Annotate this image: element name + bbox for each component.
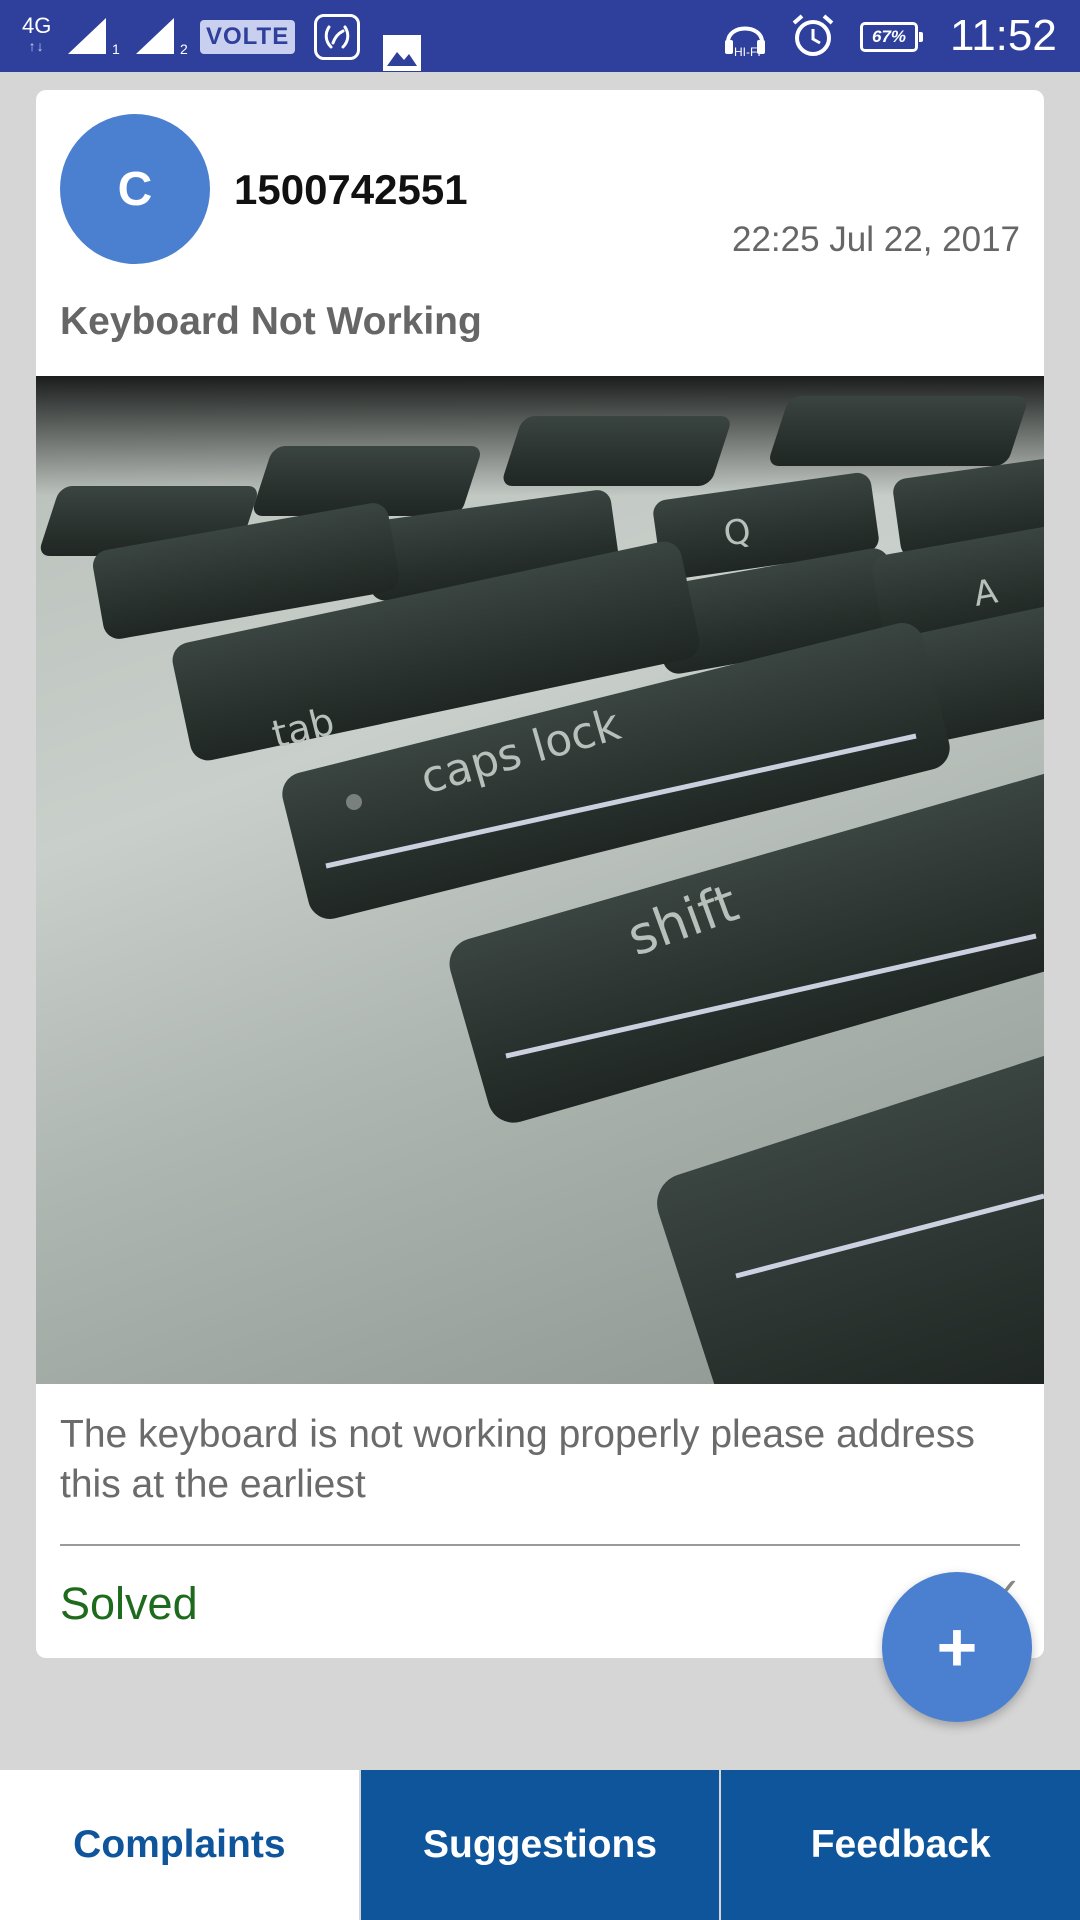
bottom-tab-bar: Complaints Suggestions Feedback (0, 1770, 1080, 1920)
complaint-photo[interactable]: tab caps lock shift Q A (36, 376, 1044, 1384)
network-type-label: 4G (22, 13, 52, 38)
data-activity-icon: ↑↓ (28, 38, 45, 54)
sim2-label: 2 (180, 41, 188, 56)
tab-complaints[interactable]: Complaints (0, 1770, 359, 1920)
signal-icon-sim1: 1 (66, 0, 126, 72)
tab-suggestions[interactable]: Suggestions (358, 1770, 720, 1920)
battery-level: 67% (871, 27, 907, 46)
alarm-icon (790, 0, 836, 72)
battery-icon: 67% (860, 22, 923, 52)
volte-badge: VOLTE (200, 20, 296, 54)
caps-lock-indicator (346, 794, 362, 810)
clock: 11:52 (950, 11, 1057, 60)
add-complaint-button[interactable]: + (882, 1572, 1032, 1722)
complaint-status: Solved (60, 1578, 198, 1629)
complaint-description: The keyboard is not working properly ple… (60, 1413, 975, 1506)
complaint-card[interactable]: C 1500742551 22:25 Jul 22, 2017 Keyboard… (36, 90, 1044, 1658)
complaint-title: Keyboard Not Working (60, 300, 482, 343)
saavn-app-icon (314, 14, 360, 60)
divider (60, 1544, 1020, 1546)
sim1-label: 1 (112, 41, 120, 56)
network-indicator: 4G ↑↓ (22, 0, 51, 72)
user-id: 1500742551 (234, 166, 468, 213)
post-timestamp: 22:25 Jul 22, 2017 (731, 220, 1020, 259)
tab-feedback[interactable]: Feedback (719, 1770, 1080, 1920)
hifi-headphones-icon: HI-FI (722, 0, 772, 72)
status-bar: 4G ↑↓ 1 2 VOLTE HI-FI 67% 11:52 (0, 0, 1080, 72)
gallery-notification-icon (382, 17, 422, 89)
avatar[interactable]: C (60, 114, 210, 264)
signal-icon-sim2: 2 (134, 0, 194, 72)
hifi-label: HI-FI (734, 45, 761, 58)
